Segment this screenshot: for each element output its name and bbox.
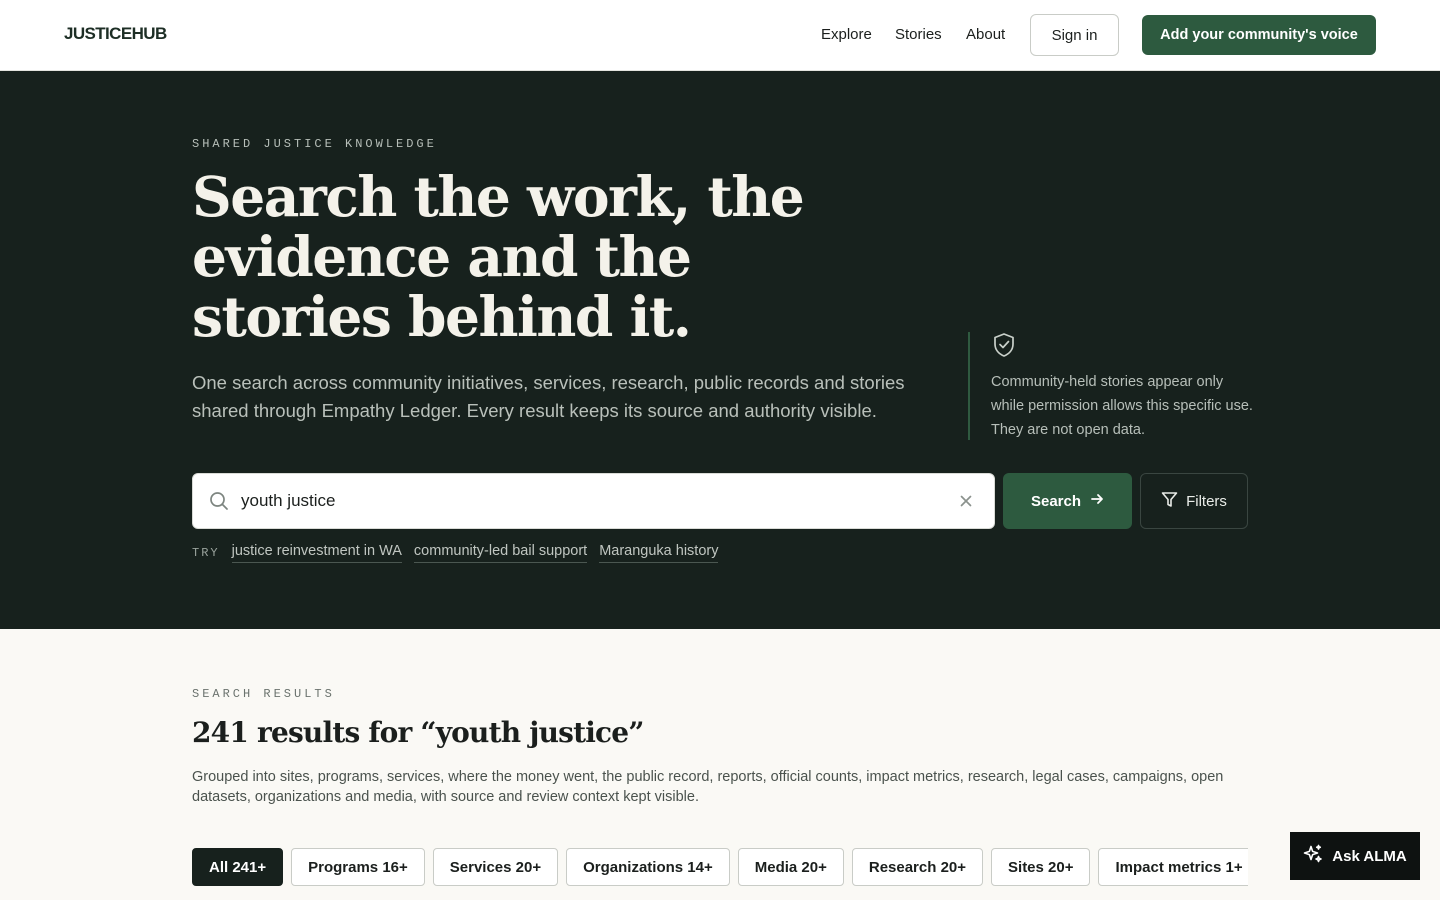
clear-search-icon[interactable] <box>958 493 974 509</box>
suggestion-justice-reinvestment[interactable]: justice reinvestment in WA <box>231 543 402 563</box>
results-title: 241 results for “youth justice” <box>192 716 644 749</box>
search-box <box>192 473 995 529</box>
search-input[interactable] <box>241 474 941 528</box>
tab-impact-metrics[interactable]: Impact metrics 1+ <box>1098 848 1248 886</box>
hero-section: SHARED JUSTICE KNOWLEDGE Search the work… <box>0 71 1440 629</box>
search-icon <box>209 491 229 511</box>
sign-in-button[interactable]: Sign in <box>1030 14 1119 56</box>
suggestion-maranguka-history[interactable]: Maranguka history <box>599 543 719 563</box>
suggested-searches: TRY justice reinvestment in WA community… <box>192 542 730 564</box>
filter-icon <box>1161 491 1178 512</box>
tab-sites[interactable]: Sites 20+ <box>991 848 1091 886</box>
results-description: Grouped into sites, programs, services, … <box>192 769 1224 805</box>
sparkle-icon <box>1303 844 1323 868</box>
result-category-tabs: All 241+ Programs 16+ Services 20+ Organ… <box>192 848 1248 886</box>
suggestion-bail-support[interactable]: community-led bail support <box>413 543 588 563</box>
tab-media[interactable]: Media 20+ <box>737 848 844 886</box>
tab-research[interactable]: Research 20+ <box>851 848 984 886</box>
permission-note: Community-held stories appear only while… <box>968 332 1253 440</box>
nav-about[interactable]: About <box>966 26 1005 43</box>
top-navigation-bar: JUSTICEHUB Explore Stories About Sign in… <box>0 0 1440 71</box>
results-eyebrow: SEARCH RESULTS <box>192 687 335 701</box>
hero-lead: One search across community initiatives,… <box>192 372 905 421</box>
permission-note-text: Community-held stories appear only while… <box>991 374 1253 438</box>
tab-organizations[interactable]: Organizations 14+ <box>566 848 730 886</box>
tab-all[interactable]: All 241+ <box>192 848 284 886</box>
add-community-voice-button[interactable]: Add your community's voice <box>1142 15 1376 55</box>
filters-button-label: Filters <box>1186 492 1227 510</box>
nav-explore[interactable]: Explore <box>821 26 872 43</box>
shield-check-icon <box>992 332 1016 358</box>
tab-services[interactable]: Services 20+ <box>432 848 559 886</box>
search-button-label: Search <box>1030 492 1082 510</box>
try-label: TRY <box>192 546 220 560</box>
filters-button[interactable]: Filters <box>1140 473 1248 529</box>
arrow-right-icon <box>1090 492 1104 510</box>
justicehub-logo[interactable]: JUSTICEHUB <box>64 24 167 44</box>
ask-alma-button[interactable]: Ask ALMA <box>1290 832 1420 880</box>
ask-alma-label: Ask ALMA <box>1332 847 1407 865</box>
hero-eyebrow: SHARED JUSTICE KNOWLEDGE <box>192 137 437 151</box>
search-button[interactable]: Search <box>1003 473 1132 529</box>
nav-stories[interactable]: Stories <box>895 26 942 43</box>
tab-programs[interactable]: Programs 16+ <box>291 848 425 886</box>
hero-title: Search the work, the evidence and the st… <box>192 164 805 349</box>
